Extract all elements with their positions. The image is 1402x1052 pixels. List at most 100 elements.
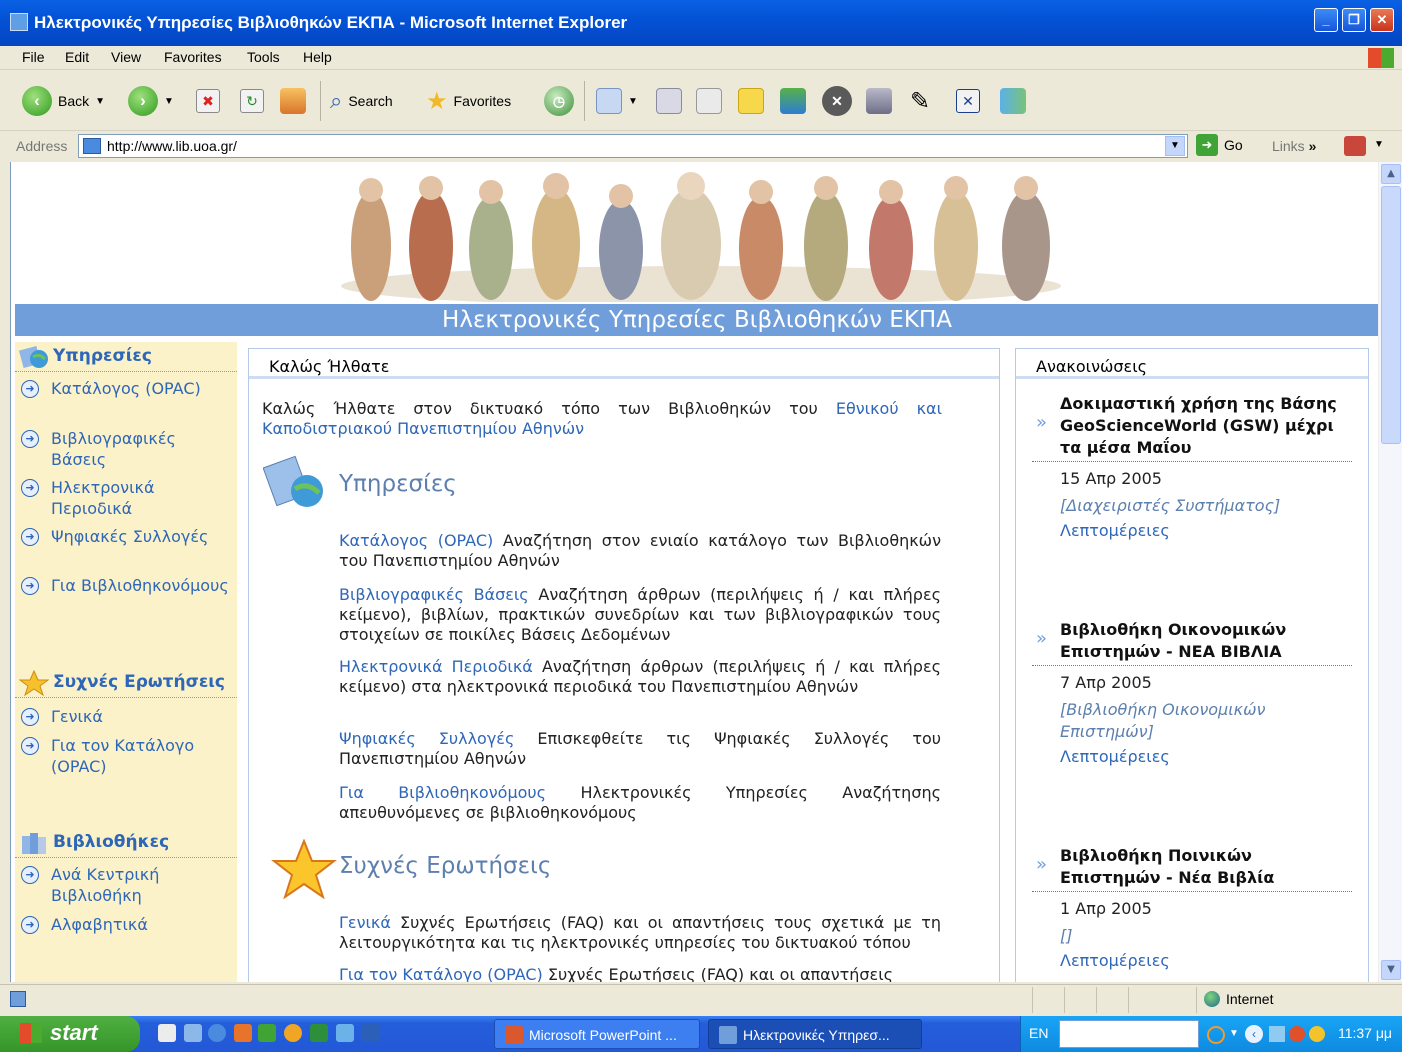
forward-dropdown-icon[interactable]: ▼ bbox=[164, 96, 174, 107]
go-arrow-icon: ➜ bbox=[1196, 134, 1218, 156]
research-button[interactable] bbox=[866, 83, 892, 119]
back-dropdown-icon[interactable]: ▼ bbox=[95, 96, 105, 107]
announcement-details-link[interactable]: Λεπτομέρειες bbox=[1060, 951, 1170, 970]
notes-button[interactable] bbox=[738, 83, 764, 119]
go-button[interactable]: ➜ Go bbox=[1196, 134, 1243, 156]
cursor-tool-button[interactable]: ✎ bbox=[910, 83, 930, 119]
tray-dropdown-icon[interactable]: ▼ bbox=[1229, 1028, 1239, 1039]
links-button[interactable]: Links » bbox=[1272, 138, 1316, 154]
welcome-prefix: Καλώς Ήλθατε στον δικτυακό τόπο των Βιβλ… bbox=[262, 399, 836, 418]
service-link[interactable]: Βιβλιογραφικές Βάσεις bbox=[339, 585, 529, 604]
service-link[interactable]: Για Βιβλιοθηκονόμους bbox=[339, 783, 546, 802]
ie-quicklaunch-icon[interactable] bbox=[208, 1024, 226, 1042]
menu-edit[interactable]: Edit bbox=[65, 49, 89, 65]
taskbar-button-ie[interactable]: Ηλεκτρονικές Υπηρεσ... bbox=[708, 1019, 922, 1049]
windows-logo-icon bbox=[1368, 48, 1394, 68]
menu-favorites[interactable]: Favorites bbox=[164, 49, 222, 65]
firefox-quicklaunch-icon[interactable] bbox=[284, 1024, 302, 1042]
address-input[interactable]: http://www.lib.uoa.gr/ ▼ bbox=[78, 134, 1188, 158]
excel-quicklaunch-icon[interactable] bbox=[258, 1024, 276, 1042]
word-quicklaunch-icon[interactable] bbox=[362, 1024, 380, 1042]
refresh-icon: ↻ bbox=[240, 89, 264, 113]
banner-muses-image bbox=[331, 166, 1071, 302]
search-label: Search bbox=[348, 93, 393, 109]
arrow-circle-icon: ➜ bbox=[21, 708, 39, 726]
service-link[interactable]: Κατάλογος (OPAC) bbox=[339, 531, 493, 550]
nav-item-label: Ανά Κεντρική Βιβλιοθήκη bbox=[51, 865, 160, 905]
arrow-circle-icon: ➜ bbox=[21, 479, 39, 497]
translate-icon[interactable] bbox=[1344, 136, 1366, 156]
app-quicklaunch-icon[interactable] bbox=[310, 1024, 328, 1042]
announcement-title[interactable]: Δοκιμαστική χρήση της Βάσης GeoScienceWo… bbox=[1060, 393, 1356, 459]
print-button[interactable] bbox=[656, 83, 682, 119]
history-button[interactable]: ◷ bbox=[544, 83, 574, 119]
vertical-scrollbar[interactable]: ▲ ▼ bbox=[1378, 162, 1402, 982]
back-button[interactable]: ‹ Back ▼ bbox=[22, 83, 105, 119]
edit-button[interactable] bbox=[696, 83, 722, 119]
forward-arrow-icon: › bbox=[128, 86, 158, 116]
back-label: Back bbox=[58, 93, 90, 109]
app-quicklaunch-icon[interactable] bbox=[336, 1024, 354, 1042]
start-label: start bbox=[50, 1020, 98, 1045]
home-button[interactable] bbox=[280, 83, 306, 119]
arrow-circle-icon: ➜ bbox=[21, 430, 39, 448]
mail-dropdown-icon[interactable]: ▼ bbox=[628, 96, 638, 107]
taskbar-button-powerpoint[interactable]: Microsoft PowerPoint ... bbox=[494, 1019, 700, 1049]
faq-description: Συχνές Ερωτήσεις (FAQ) και οι απαντήσεις bbox=[542, 965, 893, 982]
forward-button[interactable]: › ▼ bbox=[128, 83, 174, 119]
tray-collapse-icon[interactable]: ‹ bbox=[1245, 1025, 1263, 1043]
office-quicklaunch-icon[interactable] bbox=[234, 1024, 252, 1042]
faq-general: Γενικά Συχνές Ερωτήσεις (FAQ) και οι απα… bbox=[339, 913, 941, 953]
scroll-up-icon[interactable]: ▲ bbox=[1381, 164, 1401, 184]
announcement-title[interactable]: Βιβλιοθήκη Ποινικών Επιστημών - Νέα Βιβλ… bbox=[1060, 845, 1356, 889]
taskbar-search-box[interactable] bbox=[1059, 1020, 1199, 1048]
people-button[interactable] bbox=[1000, 83, 1026, 119]
announcement-title[interactable]: Βιβλιοθήκη Οικονομικών Επιστημών - ΝΕΑ Β… bbox=[1060, 619, 1356, 663]
scroll-down-icon[interactable]: ▼ bbox=[1381, 960, 1401, 980]
service-link[interactable]: Ηλεκτρονικά Περιοδικά bbox=[339, 657, 533, 676]
language-indicator[interactable]: EN bbox=[1029, 1025, 1048, 1041]
translate-dropdown-icon[interactable]: ▼ bbox=[1374, 139, 1384, 150]
menu-file[interactable]: File bbox=[22, 49, 45, 65]
menu-tools[interactable]: Tools bbox=[247, 49, 280, 65]
links-label: Links bbox=[1272, 138, 1305, 154]
announcement-details-link[interactable]: Λεπτομέρειες bbox=[1060, 521, 1170, 540]
service-link[interactable]: Ψηφιακές Συλλογές bbox=[339, 729, 514, 748]
tray-app-icon[interactable] bbox=[1289, 1026, 1305, 1042]
mail-button[interactable]: ▼ bbox=[596, 83, 638, 119]
security-shield-icon[interactable] bbox=[1309, 1026, 1325, 1042]
welcome-header: Καλώς Ήλθατε bbox=[249, 349, 999, 379]
close-button[interactable]: ✕ bbox=[1370, 8, 1394, 32]
menu-help[interactable]: Help bbox=[303, 49, 332, 65]
nav-section-faq[interactable]: Συχνές Ερωτήσεις bbox=[15, 668, 237, 698]
nav-section-libraries[interactable]: Βιβλιοθήκες bbox=[15, 828, 237, 858]
block-button[interactable]: ✕ bbox=[822, 83, 852, 119]
quicklaunch-icon[interactable] bbox=[184, 1024, 202, 1042]
announcement-source: [] bbox=[1060, 926, 1073, 945]
services-heading: Υπηρεσίες bbox=[339, 471, 457, 497]
show-desktop-icon[interactable] bbox=[158, 1024, 176, 1042]
search-button[interactable]: ⌕ Search bbox=[330, 83, 393, 119]
nav-section-title: Υπηρεσίες bbox=[53, 346, 152, 366]
refresh-button[interactable]: ↻ bbox=[240, 83, 264, 119]
network-icon[interactable] bbox=[1269, 1026, 1285, 1042]
stop-button[interactable]: ✖ bbox=[196, 83, 220, 119]
title-bar: Ηλεκτρονικές Υπηρεσίες Βιβλιοθηκών ΕΚΠΑ … bbox=[0, 0, 1402, 46]
minimize-button[interactable]: _ bbox=[1314, 8, 1338, 32]
announcements-header: Ανακοινώσεις bbox=[1016, 349, 1368, 379]
start-button[interactable]: start bbox=[0, 1016, 140, 1052]
favorites-button[interactable]: ★ Favorites bbox=[426, 83, 511, 119]
menu-view[interactable]: View bbox=[111, 49, 141, 65]
window-tool-button[interactable]: ✕ bbox=[956, 83, 980, 119]
announcement-details-link[interactable]: Λεπτομέρειες bbox=[1060, 747, 1170, 766]
address-dropdown-icon[interactable]: ▼ bbox=[1165, 136, 1185, 156]
nav-item-label: Ψηφιακές Συλλογές bbox=[51, 527, 209, 546]
scroll-thumb[interactable] bbox=[1381, 186, 1401, 444]
tray-app-icon[interactable] bbox=[1207, 1026, 1225, 1044]
restore-button[interactable]: ❐ bbox=[1342, 8, 1366, 32]
faq-link[interactable]: Για τον Κατάλογο (OPAC) bbox=[339, 965, 543, 982]
messenger-button[interactable] bbox=[780, 83, 806, 119]
nav-section-services[interactable]: Υπηρεσίες bbox=[15, 342, 237, 372]
faq-link[interactable]: Γενικά bbox=[339, 913, 391, 932]
address-url[interactable]: http://www.lib.uoa.gr/ bbox=[107, 138, 237, 154]
